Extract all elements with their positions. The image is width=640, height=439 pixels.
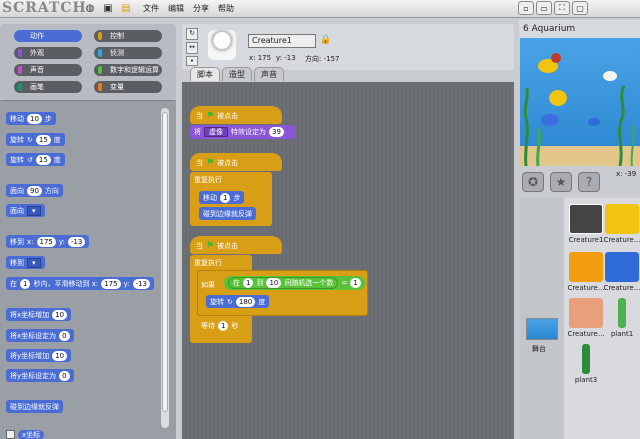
- presentation-mode-button[interactable]: ⛶: [554, 1, 570, 15]
- point-towards-block[interactable]: 面向 ▾: [6, 204, 45, 217]
- category-operators[interactable]: 数字和逻辑运算: [94, 64, 162, 76]
- set-y-block[interactable]: 将y坐标设定为 0: [6, 369, 74, 382]
- small-stage-button[interactable]: ▫: [518, 1, 534, 15]
- green-flag-icon: ⚑: [206, 158, 215, 168]
- palette-scroll-thumb[interactable]: [162, 112, 168, 412]
- tab-costumes[interactable]: 造型: [222, 67, 252, 81]
- random-sprite-icon[interactable]: ?: [578, 172, 600, 192]
- category-control[interactable]: 控制: [94, 30, 162, 42]
- tab-sounds[interactable]: 声音: [254, 67, 284, 81]
- when-flag-hat-2[interactable]: 当 ⚑ 被点击: [190, 153, 282, 171]
- tab-scripts[interactable]: 脚本: [190, 67, 220, 81]
- goto-dropdown[interactable]: ▾: [27, 257, 41, 268]
- sprite-thumb: [618, 298, 626, 328]
- menu-edit[interactable]: 编辑: [168, 3, 184, 14]
- category-sound[interactable]: 声音: [14, 64, 82, 76]
- point-direction-block[interactable]: 面向 90 方向: [6, 184, 63, 197]
- turn-right-block[interactable]: 旋转 ↻ 15 度: [6, 133, 65, 146]
- block-palette: 移动 10 步 旋转 ↻ 15 度 旋转 ↺ 15 度 面向 90 方向 面向 ▾ 移到 x: 175 y:…: [0, 100, 176, 439]
- bounce-block[interactable]: 碰到边缘就反弹: [6, 400, 63, 413]
- sprite-thumb: [569, 252, 603, 282]
- paint-new-sprite-icon[interactable]: ✪: [522, 172, 544, 192]
- point-towards-dropdown[interactable]: ▾: [27, 205, 41, 216]
- save-icon[interactable]: ▣: [102, 2, 114, 14]
- move-block[interactable]: 移动 10 步: [6, 112, 56, 125]
- flip-style-icon[interactable]: ↔: [186, 42, 198, 54]
- menu-file[interactable]: 文件: [143, 3, 159, 14]
- sprite-thumb: [605, 252, 639, 282]
- move-steps-block[interactable]: 移动 1 步: [199, 191, 245, 204]
- category-pen[interactable]: 画笔: [14, 81, 82, 93]
- rotate-cw-icon: ↻: [227, 297, 233, 306]
- goto-xy-block[interactable]: 移到 x: 175 y: -13: [6, 235, 90, 248]
- random-operator[interactable]: 在 1 到 10 间随机选一个数: [228, 277, 339, 289]
- when-flag-hat-1[interactable]: 当 ⚑ 被点击: [190, 106, 282, 124]
- aquarium-scene: [520, 53, 640, 167]
- sprite-thumb: [582, 344, 590, 374]
- sprite-x: x: 175: [249, 54, 272, 62]
- stage-tool-buttons: ✪ ★ ?: [522, 172, 600, 196]
- rotate-style-icon[interactable]: ↻: [186, 28, 198, 40]
- category-sensing[interactable]: 侦测: [94, 47, 162, 59]
- rotate-cw-icon: ↻: [27, 135, 33, 144]
- sprite-thumb: [569, 298, 603, 328]
- wait-block[interactable]: 等待 1 秒: [197, 319, 243, 332]
- sprite-tile-creature2[interactable]: Creature...: [601, 204, 640, 250]
- menu-help[interactable]: 帮助: [218, 3, 234, 14]
- normal-stage-button[interactable]: ▭: [536, 1, 552, 15]
- globe-icon[interactable]: ◍: [84, 2, 96, 14]
- sprite-tile-plant1[interactable]: plant1: [601, 298, 640, 344]
- turn-left-block[interactable]: 旋转 ↺ 15 度: [6, 153, 65, 166]
- glide-block[interactable]: 在 1 秒内，平滑移动到 x: 175 y: -13: [6, 277, 155, 290]
- change-x-block[interactable]: 将x坐标增加 10: [6, 308, 72, 321]
- lock-icon[interactable]: 🔒: [320, 35, 331, 45]
- sprite-thumb: [605, 204, 639, 234]
- fullscreen-button[interactable]: ▢: [572, 1, 588, 15]
- view-mode-buttons: ▫ ▭ ⛶ ▢: [518, 1, 588, 16]
- stage-thumbnail[interactable]: [526, 318, 558, 340]
- equals-operator[interactable]: 在 1 到 10 间随机选一个数 = 1: [224, 276, 365, 290]
- sprite-thumb: [569, 204, 603, 234]
- when-flag-hat-3[interactable]: 当 ⚑ 被点击: [190, 236, 282, 254]
- sprite-name-field[interactable]: Creature1: [248, 34, 316, 48]
- green-flag-icon: ⚑: [206, 111, 215, 121]
- scratch-logo: SCRATCH: [2, 0, 87, 16]
- rotate-ccw-icon: ↺: [27, 155, 33, 164]
- sprite-tile-plant3[interactable]: plant3: [565, 344, 607, 390]
- stage-thumbnail-panel: 舞台: [520, 198, 564, 439]
- menu-share[interactable]: 分享: [193, 3, 209, 14]
- sprite-y: y: -13: [276, 54, 296, 62]
- choose-sprite-icon[interactable]: ★: [550, 172, 572, 192]
- no-rotate-icon[interactable]: •: [186, 56, 198, 66]
- turn-block[interactable]: 旋转 ↻ 180 度: [206, 295, 270, 308]
- stage[interactable]: [520, 38, 640, 167]
- category-looks[interactable]: 外观: [14, 47, 82, 59]
- category-motion[interactable]: 动作: [14, 30, 82, 42]
- goto-sprite-block[interactable]: 移到 ▾: [6, 256, 45, 269]
- category-selector: 动作 控制 外观 侦测 声音 数字和逻辑运算 画笔 变量: [0, 24, 176, 100]
- sprite-direction: 方向: -157: [305, 55, 340, 63]
- category-variables[interactable]: 变量: [94, 81, 162, 93]
- bounce-edge-block[interactable]: 碰到边缘就反弹: [199, 207, 256, 220]
- x-position-reporter[interactable]: x坐标: [6, 428, 48, 439]
- change-y-block[interactable]: 将y坐标增加 10: [6, 349, 72, 362]
- green-flag-icon: ⚑: [206, 241, 215, 251]
- sprite-tile-creature4[interactable]: Creature...: [601, 252, 640, 298]
- x-position-checkbox[interactable]: [6, 430, 15, 439]
- stage-title: 6 Aquarium: [519, 20, 640, 38]
- set-x-block[interactable]: 将x坐标设定为 0: [6, 329, 74, 342]
- set-effect-block[interactable]: 将虚像 特效设定为 39: [190, 125, 296, 139]
- editor-tabs: 脚本 造型 声音: [190, 67, 284, 81]
- mouse-coordinates: x: -39: [616, 170, 637, 178]
- share-icon[interactable]: ▤: [120, 2, 132, 14]
- sprite-thumbnail: [208, 30, 236, 60]
